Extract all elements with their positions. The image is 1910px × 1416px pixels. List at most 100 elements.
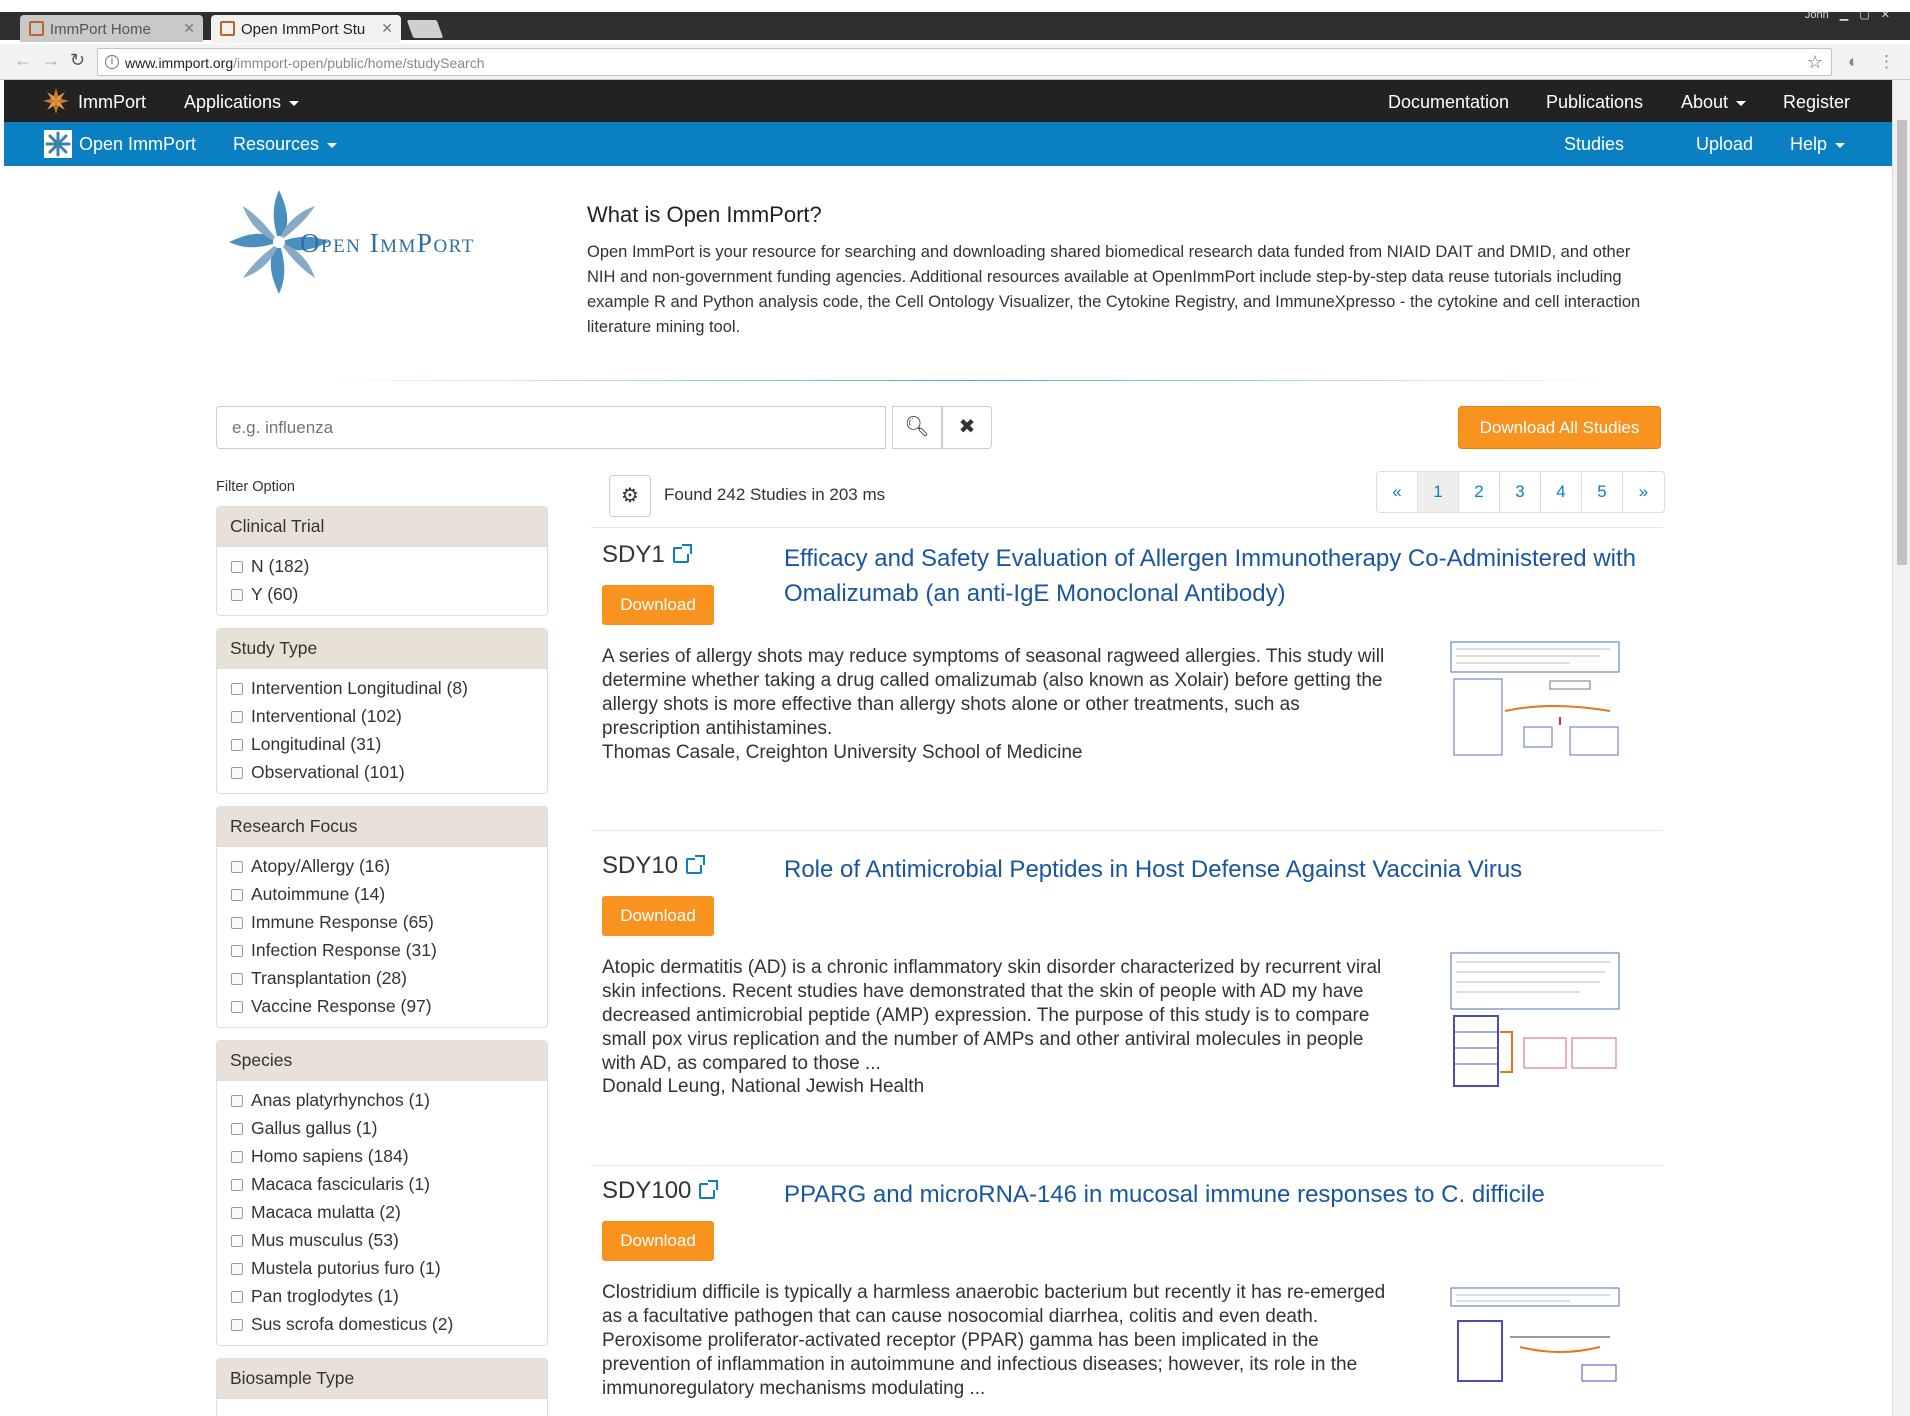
nav-help[interactable]: Help (1790, 134, 1846, 155)
back-icon[interactable]: ← (14, 50, 32, 71)
tab-immport-home[interactable]: ImmPort Home ✕ (20, 15, 203, 42)
page-4[interactable]: 4 (1541, 472, 1582, 512)
minimize-icon[interactable]: ▁ (1840, 8, 1848, 21)
checkbox[interactable] (231, 1151, 243, 1163)
filter-option[interactable]: N (182) (217, 553, 547, 581)
checkbox[interactable] (231, 861, 243, 873)
filter-option[interactable]: Vaccine Response (97) (217, 993, 547, 1021)
maximize-icon[interactable]: ▢ (1859, 8, 1869, 21)
search-button[interactable]: 🔍︎ (892, 406, 942, 449)
nav-open-immport-brand[interactable]: Open ImmPort (79, 134, 196, 155)
study-id[interactable]: SDY10 (602, 852, 706, 880)
checkbox[interactable] (231, 589, 243, 601)
filter-option[interactable]: Atopy/Allergy (16) (217, 853, 547, 881)
checkbox[interactable] (231, 917, 243, 929)
checkbox[interactable] (231, 973, 243, 985)
page-3[interactable]: 3 (1500, 472, 1541, 512)
checkbox[interactable] (231, 1263, 243, 1275)
filter-option[interactable]: Pan troglodytes (1) (217, 1283, 547, 1311)
filter-option[interactable]: Interventional (102) (217, 703, 547, 731)
filter-option[interactable]: Intervention Longitudinal (8) (217, 675, 547, 703)
extension-icon[interactable]: ◐ (1848, 52, 1858, 72)
filter-option[interactable]: Homo sapiens (184) (217, 1143, 547, 1171)
external-link-icon[interactable] (699, 1180, 719, 1199)
close-tab-icon[interactable]: ✕ (381, 20, 393, 37)
filter-option[interactable]: Macaca fascicularis (1) (217, 1171, 547, 1199)
study-id[interactable]: SDY100 (602, 1177, 719, 1205)
filter-option[interactable]: Anas platyrhynchos (1) (217, 1087, 547, 1115)
nav-resources[interactable]: Resources (233, 134, 338, 155)
nav-about[interactable]: About (1681, 92, 1747, 113)
clear-search-button[interactable]: ✖ (942, 406, 992, 449)
external-link-icon[interactable] (686, 855, 706, 874)
filter-option[interactable]: Y (60) (217, 581, 547, 609)
immport-logo-icon[interactable] (42, 87, 70, 115)
nav-publications[interactable]: Publications (1546, 92, 1643, 113)
checkbox[interactable] (231, 1319, 243, 1331)
study-title-link[interactable]: PPARG and microRNA-146 in mucosal immune… (784, 1177, 1654, 1212)
scrollbar[interactable] (1892, 80, 1910, 1416)
checkbox[interactable] (231, 1235, 243, 1247)
nav-immport-brand[interactable]: ImmPort (78, 92, 146, 113)
filter-option[interactable]: Transplantation (28) (217, 965, 547, 993)
page-5[interactable]: 5 (1582, 472, 1623, 512)
download-button[interactable]: Download (602, 896, 714, 936)
profile-name[interactable]: John (1805, 9, 1829, 21)
checkbox[interactable] (231, 1123, 243, 1135)
nav-upload[interactable]: Upload (1696, 134, 1753, 155)
new-tab-button[interactable] (406, 20, 444, 38)
page-2[interactable]: 2 (1459, 472, 1500, 512)
checkbox[interactable] (231, 683, 243, 695)
close-tab-icon[interactable]: ✕ (183, 20, 195, 37)
checkbox[interactable] (231, 1001, 243, 1013)
checkbox[interactable] (231, 1291, 243, 1303)
page-1[interactable]: 1 (1418, 472, 1459, 512)
checkbox[interactable] (231, 767, 243, 779)
open-immport-logo-icon[interactable] (44, 130, 72, 158)
download-button[interactable]: Download (602, 585, 714, 625)
menu-icon[interactable]: ⋮ (1878, 52, 1895, 72)
url-input[interactable]: i www.immport.org/immport-open/public/ho… (97, 48, 1832, 76)
site-info-icon[interactable]: i (105, 55, 119, 69)
download-all-studies-button[interactable]: Download All Studies (1458, 406, 1661, 449)
external-link-icon[interactable] (672, 544, 692, 563)
search-input[interactable] (216, 406, 886, 449)
study-id[interactable]: SDY1 (602, 541, 692, 569)
checkbox[interactable] (231, 889, 243, 901)
study-design-thumbnail[interactable] (1450, 641, 1620, 761)
settings-button[interactable]: ⚙ (609, 475, 651, 517)
filter-option[interactable]: Mus musculus (53) (217, 1227, 547, 1255)
page-next[interactable]: » (1623, 472, 1664, 512)
filter-option[interactable]: Autoimmune (14) (217, 881, 547, 909)
checkbox[interactable] (231, 945, 243, 957)
filter-option[interactable]: Immune Response (65) (217, 909, 547, 937)
checkbox[interactable] (231, 1179, 243, 1191)
reload-icon[interactable]: ↻ (70, 50, 85, 71)
tab-open-immport-studies[interactable]: Open ImmPort Stu ✕ (211, 15, 401, 43)
checkbox[interactable] (231, 711, 243, 723)
page-prev[interactable]: « (1377, 472, 1418, 512)
checkbox[interactable] (231, 561, 243, 573)
filter-option[interactable]: Mustela putorius furo (1) (217, 1255, 547, 1283)
checkbox[interactable] (231, 1095, 243, 1107)
download-button[interactable]: Download (602, 1221, 714, 1261)
filter-option[interactable]: Gallus gallus (1) (217, 1115, 547, 1143)
nav-applications[interactable]: Applications (184, 92, 300, 113)
filter-option[interactable]: Longitudinal (31) (217, 731, 547, 759)
checkbox[interactable] (231, 1207, 243, 1219)
scrollbar-thumb[interactable] (1897, 120, 1907, 565)
nav-studies[interactable]: Studies (1564, 134, 1624, 155)
checkbox[interactable] (231, 739, 243, 751)
nav-documentation[interactable]: Documentation (1388, 92, 1509, 113)
study-title-link[interactable]: Efficacy and Safety Evaluation of Allerg… (784, 541, 1654, 611)
forward-icon[interactable]: → (42, 50, 60, 71)
study-title-link[interactable]: Role of Antimicrobial Peptides in Host D… (784, 852, 1654, 887)
nav-register[interactable]: Register (1783, 92, 1850, 113)
close-window-icon[interactable]: ✕ (1881, 8, 1890, 21)
filter-option[interactable]: Sus scrofa domesticus (2) (217, 1311, 547, 1339)
filter-option[interactable]: Observational (101) (217, 759, 547, 787)
study-design-thumbnail[interactable] (1450, 952, 1620, 1092)
filter-option[interactable]: Macaca mulatta (2) (217, 1199, 547, 1227)
filter-option[interactable]: Infection Response (31) (217, 937, 547, 965)
bookmark-star-icon[interactable]: ☆ (1807, 52, 1823, 73)
